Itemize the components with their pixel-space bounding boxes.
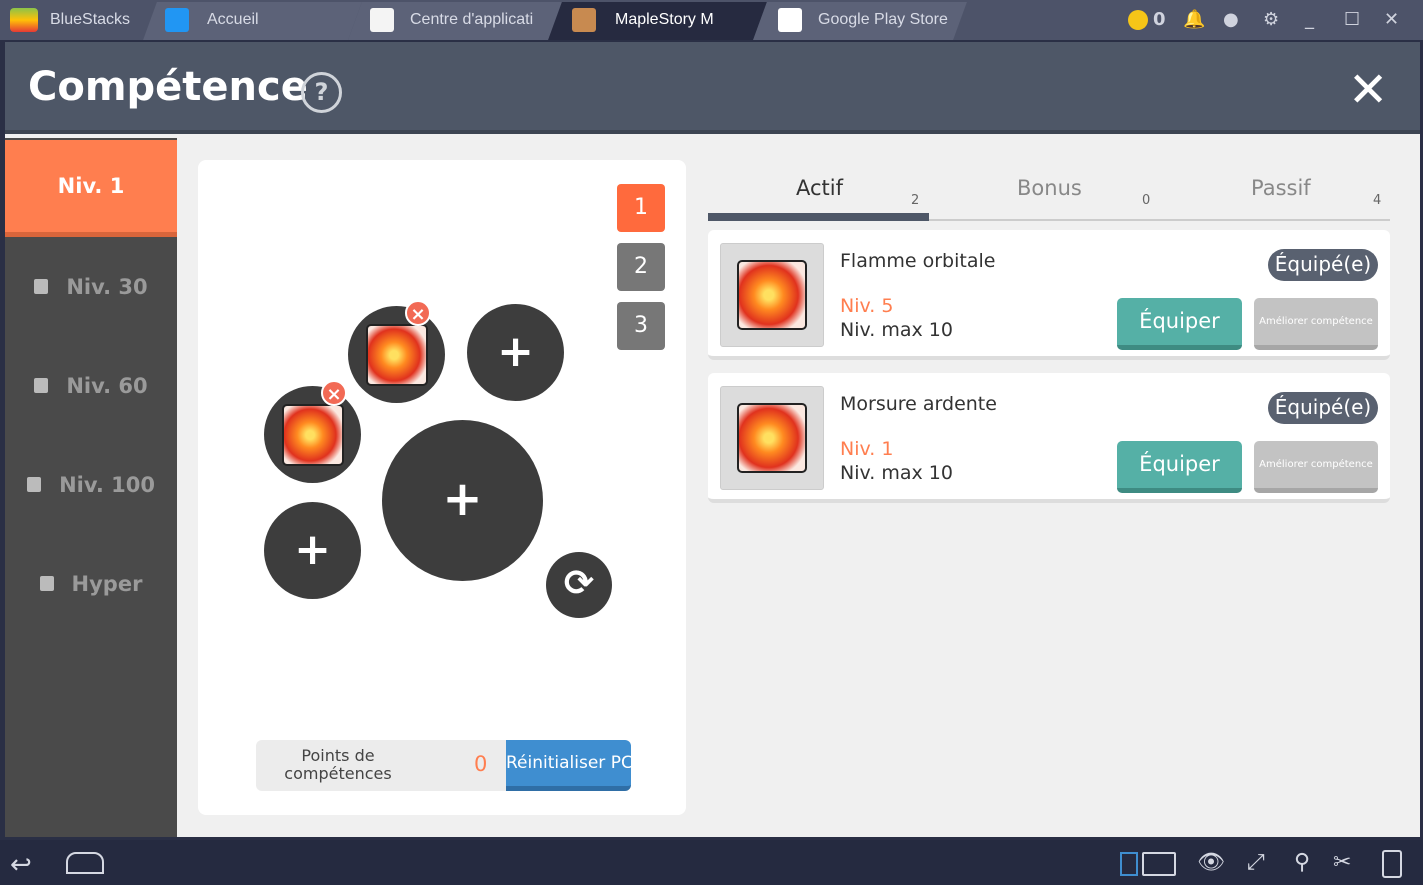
skill-level: Niv. 5	[840, 295, 894, 317]
flamme-orbitale-skill-icon	[282, 404, 344, 466]
tab-count: 2	[911, 193, 920, 208]
app-center-icon	[370, 8, 394, 32]
empty-skill-slot-plus-icon[interactable]: +	[264, 502, 361, 599]
close-button[interactable]: ✕	[1348, 62, 1388, 118]
tab-label: MapleStory M	[615, 11, 714, 28]
skill-name: Morsure ardente	[840, 393, 997, 415]
skill-card: Morsure ardente Niv. 1 Niv. max 10 Équip…	[708, 373, 1390, 503]
empty-skill-slot-plus-icon[interactable]: +	[467, 304, 564, 401]
help-button[interactable]: ?	[301, 72, 342, 113]
home-icon	[165, 8, 189, 32]
skill-slot[interactable]	[348, 306, 445, 403]
location-icon[interactable]: ⚲	[1294, 850, 1310, 875]
active-tab-indicator	[708, 213, 929, 221]
sidebar-item-label: Niv. 100	[59, 472, 155, 497]
app-name: BlueStacks	[50, 11, 131, 28]
flamme-orbitale-skill-icon	[737, 260, 807, 330]
gear-icon[interactable]: ⚙	[1263, 9, 1279, 30]
coin-icon	[1128, 10, 1148, 30]
remove-skill-icon[interactable]: ×	[321, 380, 347, 406]
bell-icon[interactable]: 🔔	[1183, 9, 1205, 30]
skill-slot[interactable]	[264, 386, 361, 483]
sidebar-item-niv-100[interactable]: Niv. 100	[5, 436, 177, 533]
main-skill-slot-plus-icon[interactable]: +	[382, 420, 543, 581]
upgrade-skill-button[interactable]: Améliorer compétence	[1254, 298, 1378, 350]
remove-skill-icon[interactable]: ×	[405, 300, 431, 326]
tab-actif[interactable]: Actif	[796, 176, 843, 200]
lock-icon	[27, 477, 42, 492]
sidebar-item-label: Niv. 30	[66, 274, 148, 299]
preset-3-button[interactable]: 3	[617, 302, 665, 350]
skill-max-level: Niv. max 10	[840, 462, 953, 484]
sidebar-item-hyper[interactable]: Hyper	[5, 535, 177, 632]
close-window-icon[interactable]: ✕	[1384, 9, 1399, 30]
equip-button[interactable]: Équiper	[1117, 298, 1242, 350]
upgrade-skill-button[interactable]: Améliorer compétence	[1254, 441, 1378, 493]
keyboard-icon[interactable]	[1142, 852, 1176, 876]
equip-button[interactable]: Équiper	[1117, 441, 1242, 493]
tab-label: Google Play Store	[818, 11, 948, 28]
sidebar-item-label: Niv. 1	[57, 174, 125, 198]
lock-icon	[39, 576, 54, 591]
equipped-badge: Équipé(e)	[1268, 392, 1378, 424]
preset-2-button[interactable]: 2	[617, 243, 665, 291]
eye-icon[interactable]: 👁	[1197, 850, 1225, 875]
home-icon[interactable]	[66, 852, 104, 874]
coin-count: 0	[1153, 9, 1166, 30]
skill-points-value: 0	[474, 752, 488, 776]
bluestacks-logo-icon	[10, 8, 38, 32]
sidebar-item-label: Niv. 60	[66, 373, 148, 398]
tab-passif[interactable]: Passif	[1251, 176, 1311, 200]
lock-icon	[34, 279, 49, 294]
equipped-badge: Équipé(e)	[1268, 249, 1378, 281]
tab-label: Accueil	[207, 11, 259, 28]
morsure-ardente-skill-icon	[366, 324, 428, 386]
lock-screen-icon[interactable]	[1120, 852, 1138, 876]
maximize-icon[interactable]: ☐	[1344, 9, 1360, 30]
account-icon[interactable]: ●	[1223, 9, 1239, 30]
tab-label: Centre d'applicati	[410, 11, 534, 28]
fullscreen-icon[interactable]: ⤢	[1247, 850, 1265, 875]
page-title: Compétence	[28, 64, 308, 110]
sidebar-item-niv-1[interactable]: Niv. 1	[5, 140, 177, 237]
skill-points-label: Points de compétences	[284, 746, 392, 783]
skill-icon-frame	[720, 243, 824, 347]
morsure-ardente-skill-icon	[737, 403, 807, 473]
tab-count: 0	[1142, 193, 1151, 208]
skill-name: Flamme orbitale	[840, 250, 996, 272]
reset-points-button[interactable]: Réinitialiser PC	[506, 740, 631, 791]
preset-1-button[interactable]: 1	[617, 184, 665, 232]
skill-level: Niv. 1	[840, 438, 894, 460]
scissors-icon[interactable]: ✂	[1333, 850, 1351, 875]
shake-device-icon[interactable]	[1382, 850, 1402, 878]
minimize-icon[interactable]: _	[1305, 9, 1314, 30]
sidebar-item-label: Hyper	[71, 571, 143, 596]
tab-bonus[interactable]: Bonus	[1017, 176, 1082, 200]
maplestory-icon	[572, 8, 596, 32]
play-store-icon	[778, 8, 802, 32]
sidebar-item-niv-30[interactable]: Niv. 30	[5, 238, 177, 335]
refresh-icon[interactable]: ⟳	[546, 552, 612, 618]
tab-count: 4	[1373, 193, 1382, 208]
lock-icon	[34, 378, 49, 393]
skill-icon-frame	[720, 386, 824, 490]
skill-max-level: Niv. max 10	[840, 319, 953, 341]
sidebar-item-niv-60[interactable]: Niv. 60	[5, 337, 177, 434]
skill-card: Flamme orbitale Niv. 5 Niv. max 10 Équip…	[708, 230, 1390, 360]
back-icon[interactable]: ↩	[10, 850, 32, 880]
skill-points-box: Points de compétences 0	[256, 740, 506, 791]
